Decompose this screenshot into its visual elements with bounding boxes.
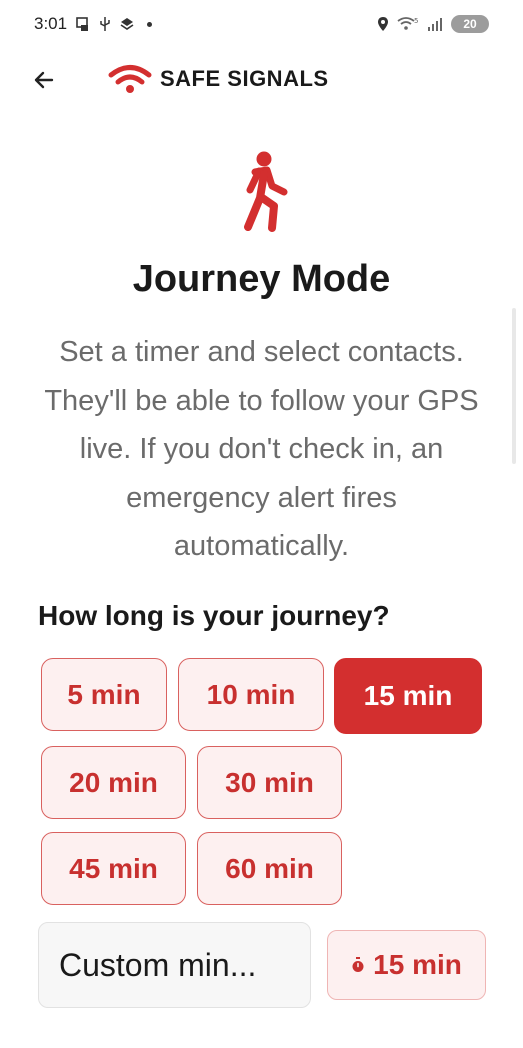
duration-chip-10[interactable]: 10 min [178,658,324,731]
page-description: Set a timer and select contacts. They'll… [44,336,479,562]
svg-text:5: 5 [414,17,418,25]
selected-duration-badge: 15 min [327,930,486,1000]
brand-name: SAFE SIGNALS [160,66,329,91]
arrow-left-icon [34,71,54,89]
chip-label: 60 min [225,852,314,884]
duration-chip-30[interactable]: 30 min [197,746,342,819]
status-left: 3:01 [34,14,153,34]
duration-chip-20[interactable]: 20 min [41,746,186,819]
wifi-icon: 5 [397,17,418,30]
brand: SAFE SIGNALS [108,64,329,94]
usb-icon [100,17,110,31]
wifi-signal-icon [108,65,152,93]
stopwatch-icon [352,957,364,972]
duration-chip-5[interactable]: 5 min [41,658,167,731]
battery-level: 20 [463,17,477,31]
duration-chip-45[interactable]: 45 min [41,832,186,905]
chip-label: 10 min [206,678,296,710]
status-right: 5 20 [377,15,489,33]
chip-label: 5 min [67,678,141,710]
battery-icon: 20 [451,15,489,33]
status-time: 3:01 [34,14,68,33]
back-button[interactable] [26,62,62,98]
page-title: Journey Mode [132,258,391,300]
custom-minutes-value: Custom min... [59,946,257,983]
cellular-signal-icon [428,18,442,31]
duration-chip-60[interactable]: 60 min [197,832,342,905]
walking-person-icon [244,151,288,232]
chip-label: 20 min [69,766,158,798]
duration-question: How long is your journey? [38,600,390,631]
cast-icon [76,17,89,31]
chip-label: 15 min [363,680,453,711]
location-icon [378,17,388,31]
duration-chip-15[interactable]: 15 min [334,658,482,734]
notification-dot-icon [147,21,153,27]
chip-label: 45 min [69,852,158,884]
status-bar: 3:01 5 20 [0,0,523,48]
selected-duration-label: 15 min [373,949,462,980]
app-bar: SAFE SIGNALS [0,52,523,108]
chip-label: 30 min [225,766,314,798]
sync-icon [120,18,134,30]
custom-minutes-input[interactable]: Custom min... [38,922,311,1008]
scrollbar[interactable] [512,308,516,464]
